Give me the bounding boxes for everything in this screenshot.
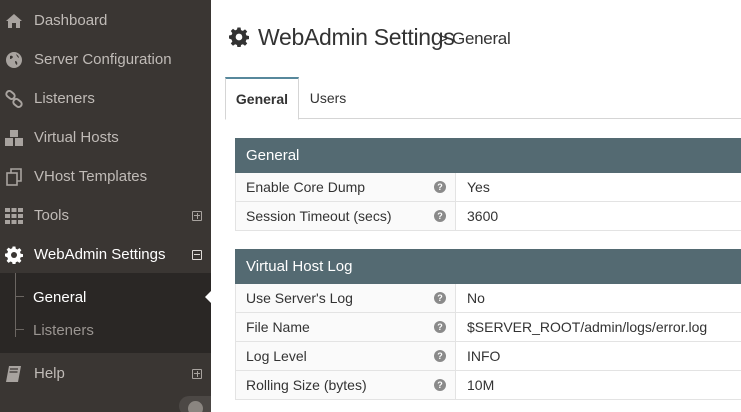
- sidebar-item-virtual-hosts[interactable]: Virtual Hosts: [0, 118, 211, 157]
- panel-title: Virtual Host Log: [235, 249, 741, 284]
- submenu-item-label: Listeners: [33, 321, 94, 339]
- general-panel: General Enable Core Dump ? Yes Session T…: [235, 138, 741, 231]
- sidebar-item-dashboard[interactable]: Dashboard: [0, 1, 211, 40]
- arrow-circle-icon: [188, 401, 203, 412]
- tab-bar: General Users: [225, 77, 741, 120]
- field-value: INFO: [467, 348, 501, 364]
- help-icon[interactable]: ?: [434, 292, 446, 304]
- field-label: Rolling Size (bytes): [236, 371, 456, 399]
- sidebar-item-server-configuration[interactable]: Server Configuration: [0, 40, 211, 79]
- copy-icon: [4, 167, 24, 187]
- submenu-item-general[interactable]: General: [0, 281, 211, 313]
- active-caret-icon: [205, 291, 211, 303]
- field-value: No: [467, 290, 485, 306]
- tab-general[interactable]: General: [225, 77, 299, 120]
- virtual-host-log-panel: Virtual Host Log Use Server's Log ? No F…: [235, 249, 741, 400]
- tree-tick: [16, 296, 24, 297]
- table-row: Log Level ? INFO: [235, 342, 741, 371]
- field-label: Log Level: [236, 342, 456, 370]
- help-icon[interactable]: ?: [434, 379, 446, 391]
- help-icon[interactable]: ?: [434, 210, 446, 222]
- table-row: Use Server's Log ? No: [235, 284, 741, 313]
- sidebar-item-label: Help: [34, 365, 65, 382]
- help-icon[interactable]: ?: [434, 321, 446, 333]
- field-value: 10M: [467, 377, 495, 393]
- table-row: Rolling Size (bytes) ? 10M: [235, 371, 741, 400]
- tab-users[interactable]: Users: [299, 77, 357, 119]
- submenu-item-listeners[interactable]: Listeners: [0, 314, 211, 346]
- table-row: File Name ? $SERVER_ROOT/admin/logs/erro…: [235, 313, 741, 342]
- field-value: Yes: [467, 179, 490, 195]
- sidebar-item-vhost-templates[interactable]: VHost Templates: [0, 157, 211, 196]
- globe-icon: [4, 50, 24, 70]
- field-value: $SERVER_ROOT/admin/logs/error.log: [467, 319, 708, 335]
- tree-tick: [16, 329, 24, 330]
- field-label: Session Timeout (secs): [236, 202, 456, 230]
- book-icon: [4, 364, 24, 384]
- sidebar-item-help[interactable]: Help: [0, 354, 211, 393]
- home-icon: [4, 11, 24, 31]
- field-value: 3600: [467, 208, 499, 224]
- sidebar-item-label: WebAdmin Settings: [34, 246, 166, 263]
- gear-icon: [4, 245, 24, 265]
- help-icon[interactable]: ?: [434, 350, 446, 362]
- sidebar-item-tools[interactable]: Tools: [0, 196, 211, 235]
- cubes-icon: [4, 128, 24, 148]
- field-label: Enable Core Dump: [236, 173, 456, 201]
- minify-sidebar-button[interactable]: [179, 396, 211, 412]
- sidebar-item-label: Dashboard: [34, 12, 108, 29]
- webadmin-settings-submenu: General Listeners: [0, 273, 211, 353]
- sidebar-item-webadmin-settings[interactable]: WebAdmin Settings: [0, 235, 211, 274]
- sidebar: Dashboard Server Configuration Listeners…: [0, 0, 211, 412]
- field-label: Use Server's Log: [236, 284, 456, 312]
- sidebar-item-label: Server Configuration: [34, 51, 172, 68]
- page-title: WebAdmin Settings: [258, 24, 455, 50]
- panel-title: General: [235, 138, 741, 173]
- help-icon[interactable]: ?: [434, 181, 446, 193]
- sidebar-item-label: VHost Templates: [34, 168, 148, 185]
- breadcrumb: > General: [438, 29, 511, 48]
- table-row: Enable Core Dump ? Yes: [235, 173, 741, 202]
- sidebar-item-label: Listeners: [34, 90, 95, 107]
- sidebar-item-label: Virtual Hosts: [34, 129, 119, 146]
- link-icon: [4, 89, 24, 109]
- grid-icon: [4, 206, 24, 226]
- table-row: Session Timeout (secs) ? 3600: [235, 202, 741, 231]
- sidebar-item-label: Tools: [34, 207, 70, 224]
- submenu-item-label: General: [33, 288, 87, 306]
- gear-icon: [229, 27, 249, 47]
- expand-icon[interactable]: [192, 210, 202, 221]
- field-label: File Name: [236, 313, 456, 341]
- expand-icon[interactable]: [192, 368, 202, 379]
- sidebar-item-listeners[interactable]: Listeners: [0, 79, 211, 118]
- collapse-icon[interactable]: [192, 249, 202, 260]
